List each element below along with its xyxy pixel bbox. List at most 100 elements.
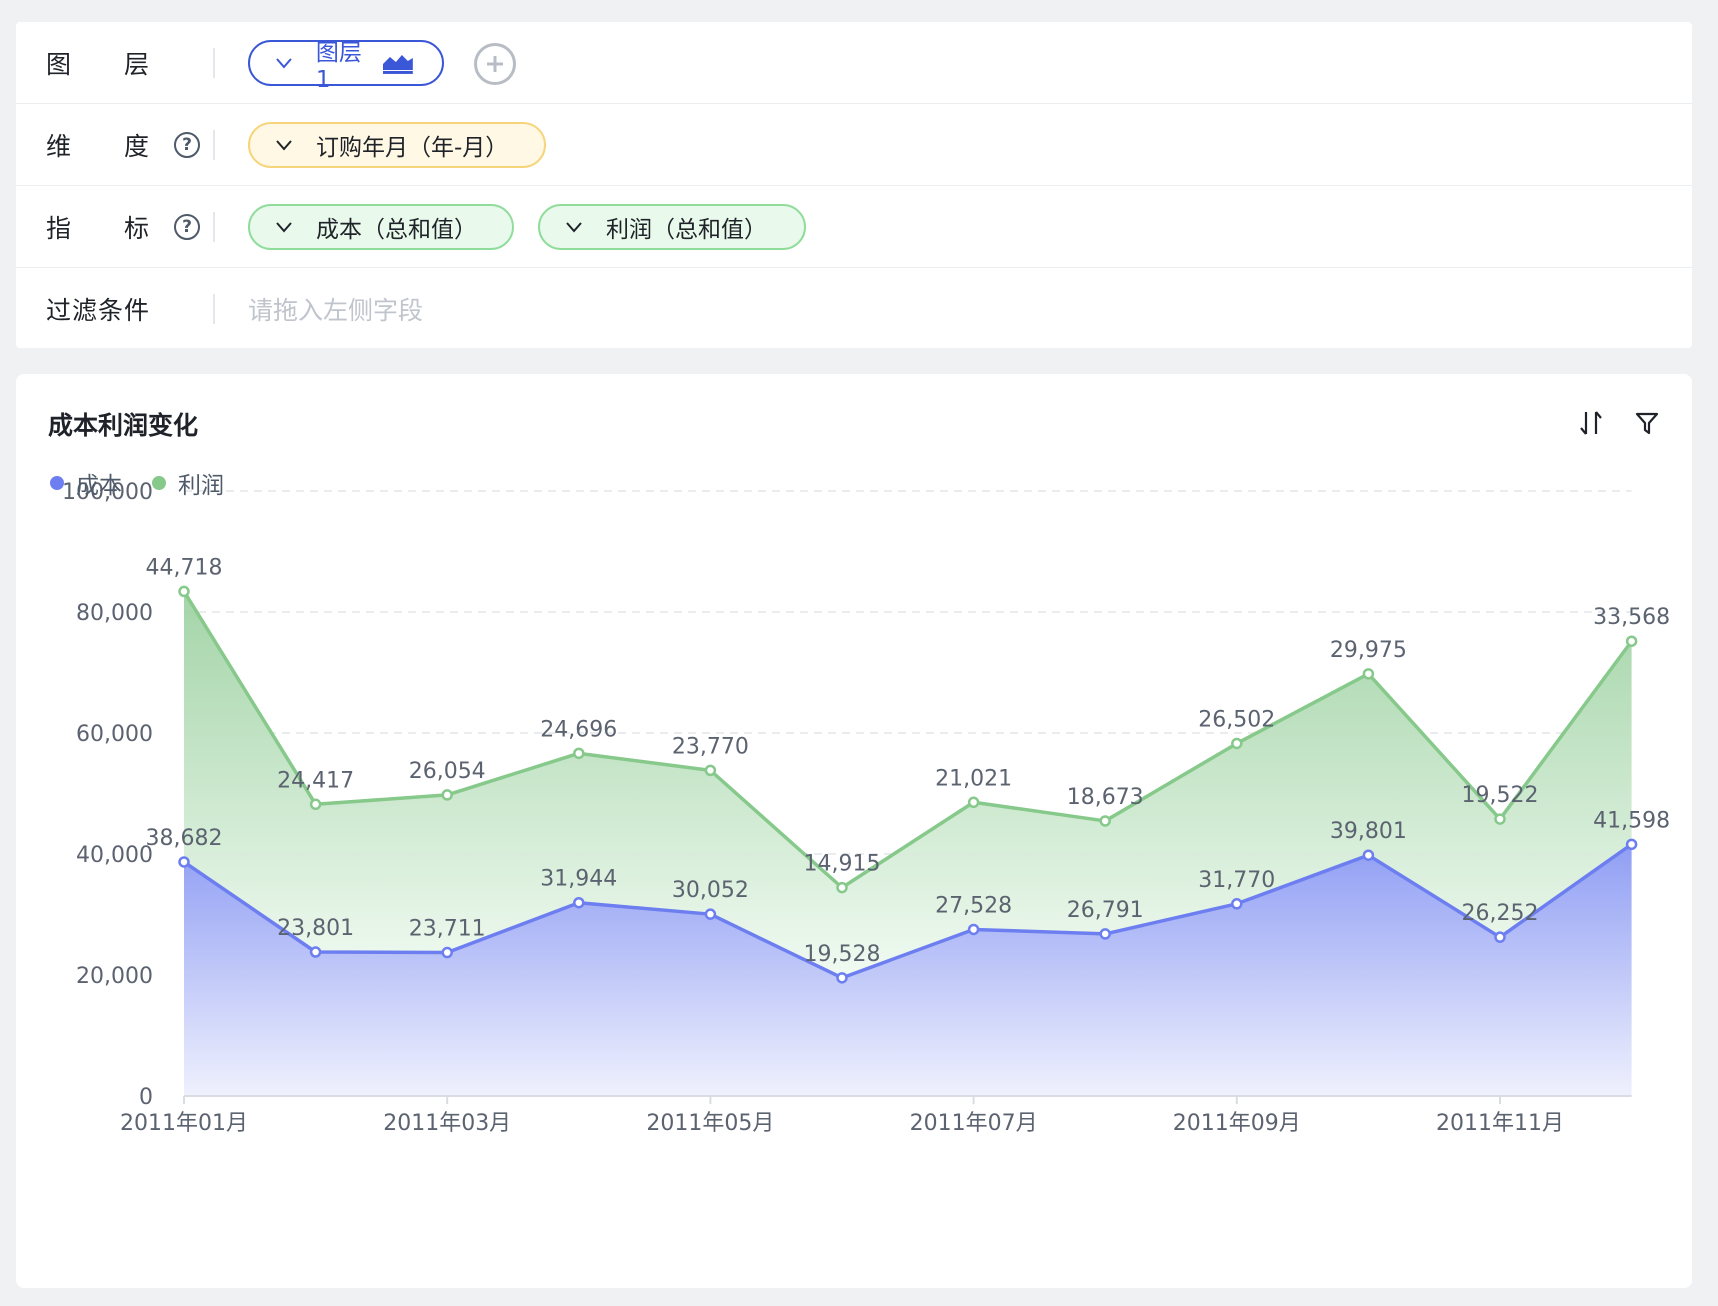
metric-row-label: 指 标 ? — [46, 186, 216, 268]
profit-point — [967, 796, 980, 809]
layer-label-char-2: 层 — [124, 50, 150, 79]
legend-label-cost: 成本 — [76, 473, 122, 499]
y-tick-label: 60,000 — [76, 722, 153, 747]
row-divider — [213, 294, 215, 324]
profit-point — [573, 747, 585, 760]
cost-point — [1494, 931, 1506, 943]
layer-row-label: 图 层 — [46, 22, 216, 104]
chart-title: 成本利润变化 — [48, 411, 199, 440]
metric-label-char-2: 标 — [124, 214, 150, 243]
row-divider — [213, 130, 215, 160]
dimension-label-char-1: 维 — [46, 132, 72, 161]
chevron-down-icon — [276, 58, 292, 69]
x-tick-label: 2011年03月 — [383, 1111, 511, 1136]
profit-data-label: 29,975 — [1330, 638, 1407, 663]
help-icon[interactable]: ? — [174, 132, 200, 158]
metric-label-char-1: 指 — [46, 214, 72, 243]
profit-point — [178, 585, 190, 598]
cost-point — [309, 946, 322, 958]
cost-point — [441, 946, 453, 959]
profit-data-label: 26,502 — [1198, 707, 1275, 732]
x-tick-label: 2011年07月 — [910, 1111, 1038, 1136]
filter-label: 过滤条件 — [46, 296, 151, 325]
area-chart-icon — [383, 55, 414, 74]
legend-item-cost[interactable]: 成本 — [50, 466, 122, 500]
profit-data-label: 18,673 — [1067, 785, 1144, 810]
layer-pill[interactable]: 图层1 — [248, 40, 444, 93]
metric-pill-cost[interactable]: 成本（总和值） — [248, 204, 514, 250]
cost-data-label: 41,598 — [1593, 808, 1670, 833]
y-tick-label: 40,000 — [76, 843, 153, 868]
cost-point — [836, 972, 848, 984]
y-tick-label: 0 — [139, 1085, 153, 1110]
profit-data-label: 23,770 — [672, 734, 749, 759]
cost-point — [1362, 849, 1375, 861]
profit-data-label: 26,054 — [409, 759, 486, 784]
metric-pill-label: 利润（总和值） — [606, 217, 767, 243]
cost-data-label: 31,770 — [1198, 868, 1275, 893]
profit-data-label: 24,696 — [540, 717, 617, 742]
chevron-down-icon — [566, 222, 582, 233]
profit-point — [704, 764, 717, 777]
area-chart: 38,682 23,801 23,711 31,944 30,052 19,528 27,5… — [62, 480, 1670, 1136]
legend-dot-profit — [152, 476, 166, 490]
row-divider — [213, 48, 215, 78]
cost-point — [704, 908, 717, 920]
filter-icon[interactable] — [1632, 408, 1662, 438]
x-tick-label: 2011年01月 — [120, 1111, 248, 1136]
field-config-panel: 图 层 图层1 维 度 ? 订购年月（年-月） 指 标 ? 成本（总和值） 利润… — [16, 22, 1692, 348]
help-icon[interactable]: ? — [174, 214, 200, 240]
chart-legend: 成本 利润 — [50, 466, 254, 500]
metric-pill-profit[interactable]: 利润（总和值） — [538, 204, 806, 250]
cost-point — [967, 923, 980, 936]
profit-data-label: 44,718 — [146, 555, 223, 580]
cost-data-label: 38,682 — [146, 826, 223, 851]
cost-data-label: 23,801 — [277, 916, 354, 941]
metric-pill-label: 成本（总和值） — [316, 217, 477, 243]
cost-data-label: 27,528 — [935, 893, 1012, 918]
profit-point — [1494, 813, 1506, 825]
metric-row: 指 标 ? 成本（总和值） 利润（总和值） — [16, 186, 1692, 268]
profit-point — [1231, 737, 1243, 750]
profit-point — [1362, 668, 1375, 680]
cost-point — [1231, 898, 1243, 910]
cost-point — [1099, 928, 1111, 940]
x-tick-label: 2011年09月 — [1173, 1111, 1301, 1136]
dimension-pill-label: 订购年月（年-月） — [316, 135, 509, 161]
layer-label-char-1: 图 — [46, 50, 72, 79]
filter-row: 过滤条件 请拖入左侧字段 — [16, 268, 1692, 350]
profit-point — [836, 881, 848, 894]
chevron-down-icon — [276, 140, 292, 151]
profit-data-label: 21,021 — [935, 766, 1012, 791]
x-tick-label: 2011年11月 — [1436, 1111, 1564, 1136]
cost-point — [178, 856, 190, 868]
profit-data-label: 14,915 — [804, 852, 881, 877]
profit-point — [441, 789, 453, 801]
legend-label-profit: 利润 — [178, 473, 224, 499]
cost-data-label: 23,711 — [409, 917, 486, 942]
cost-point — [573, 896, 585, 909]
filter-row-label: 过滤条件 — [46, 268, 216, 350]
cost-data-label: 19,528 — [804, 942, 881, 967]
filter-drop-zone[interactable]: 请拖入左侧字段 — [248, 268, 423, 350]
y-tick-label: 80,000 — [76, 601, 153, 626]
dimension-pill[interactable]: 订购年月（年-月） — [248, 122, 546, 168]
dimension-label-char-2: 度 — [124, 132, 150, 161]
legend-item-profit[interactable]: 利润 — [152, 466, 224, 500]
cost-data-label: 30,052 — [672, 878, 749, 903]
sort-icon[interactable] — [1576, 408, 1606, 438]
cost-data-label: 26,791 — [1067, 898, 1144, 923]
profit-point — [1625, 635, 1638, 647]
add-layer-button[interactable] — [474, 43, 516, 85]
profit-point — [309, 798, 322, 811]
dimension-row-label: 维 度 ? — [46, 104, 216, 186]
profit-data-label: 19,522 — [1462, 783, 1539, 808]
plus-icon — [487, 56, 503, 72]
chart-card: 38,682 23,801 23,711 31,944 30,052 19,528 27,5… — [16, 374, 1692, 1288]
profit-data-label: 24,417 — [277, 768, 354, 793]
cost-point — [1625, 838, 1638, 851]
layer-pill-label: 图层1 — [315, 40, 362, 93]
cost-data-label: 31,944 — [540, 867, 617, 892]
y-tick-label: 20,000 — [76, 964, 153, 989]
legend-dot-cost — [50, 476, 64, 490]
